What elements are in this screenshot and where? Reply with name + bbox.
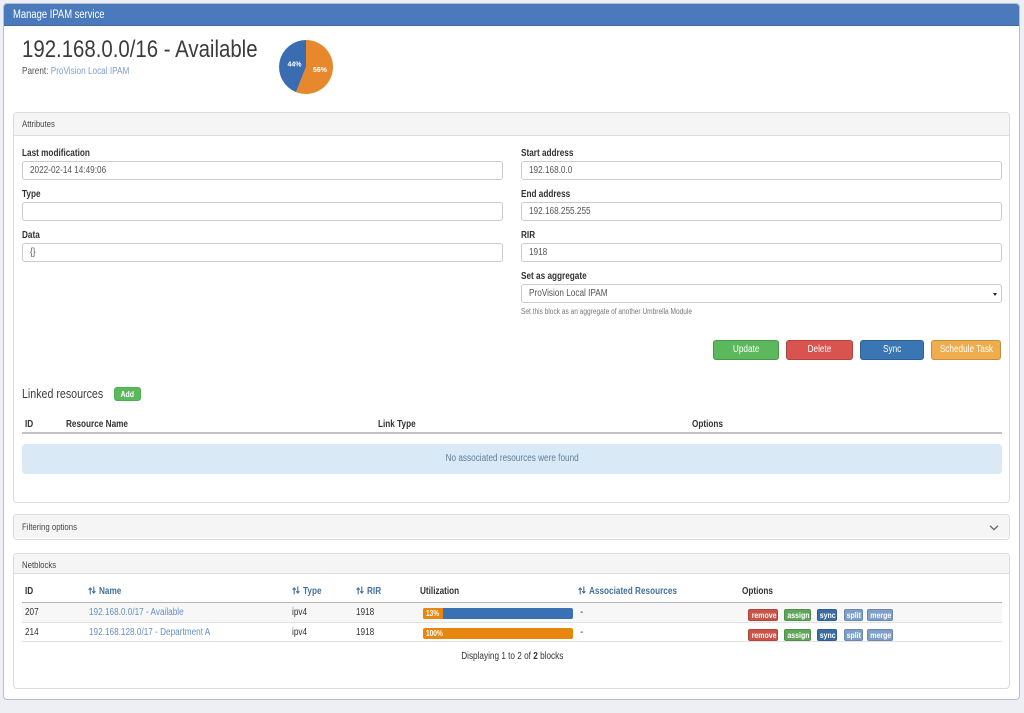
svg-text:56%: 56% bbox=[313, 67, 328, 74]
svg-text:44%: 44% bbox=[287, 62, 302, 69]
